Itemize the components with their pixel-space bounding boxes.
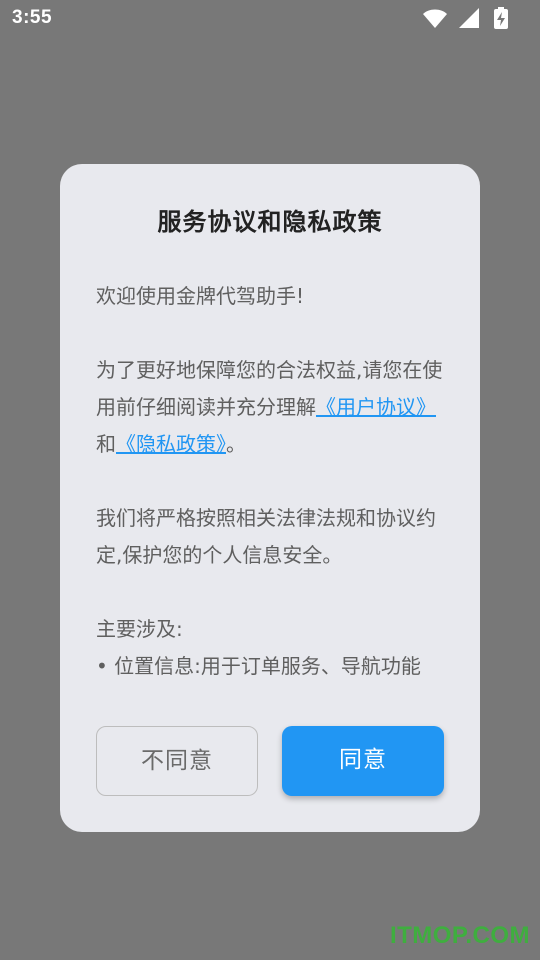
agree-button[interactable]: 同意 [282, 726, 444, 796]
signal-icon [459, 8, 479, 28]
status-time: 3:55 [12, 7, 53, 28]
status-bar: 3:55 [0, 0, 540, 38]
wifi-icon [423, 9, 447, 28]
welcome-text: 欢迎使用金牌代驾助手! [96, 284, 305, 308]
agreement-text-and: 和 [96, 432, 116, 456]
screen: 3:55 服务协议和隐私政策 欢迎使用金牌代驾助手! 为了更好地保障您的合法权益… [0, 0, 540, 960]
dialog-title: 服务协议和隐私政策 [157, 208, 383, 236]
privacy-dialog: 服务协议和隐私政策 欢迎使用金牌代驾助手! 为了更好地保障您的合法权益,请您在使… [60, 164, 480, 832]
main-heading: 主要涉及: [96, 617, 183, 641]
battery-charging-icon [494, 7, 508, 29]
watermark: ITMOP.COM [389, 922, 530, 949]
agreement-text-suffix: 。 [226, 432, 246, 456]
bullet-location-info: • 位置信息:用于订单服务、导航功能 [96, 654, 421, 678]
dialog-body[interactable]: 欢迎使用金牌代驾助手! 为了更好地保障您的合法权益,请您在使用前仔细阅读并充分理… [96, 278, 446, 682]
agreement-paragraph: 为了更好地保障您的合法权益,请您在使用前仔细阅读并充分理解《用户协议》和《隐私政… [96, 352, 446, 463]
privacy-policy-link[interactable]: 《隐私政策》 [116, 432, 226, 456]
user-agreement-link[interactable]: 《用户协议》 [316, 395, 436, 419]
disagree-button[interactable]: 不同意 [96, 726, 258, 796]
protection-paragraph: 我们将严格按照相关法律法规和协议约定,保护您的个人信息安全。 [96, 506, 436, 567]
